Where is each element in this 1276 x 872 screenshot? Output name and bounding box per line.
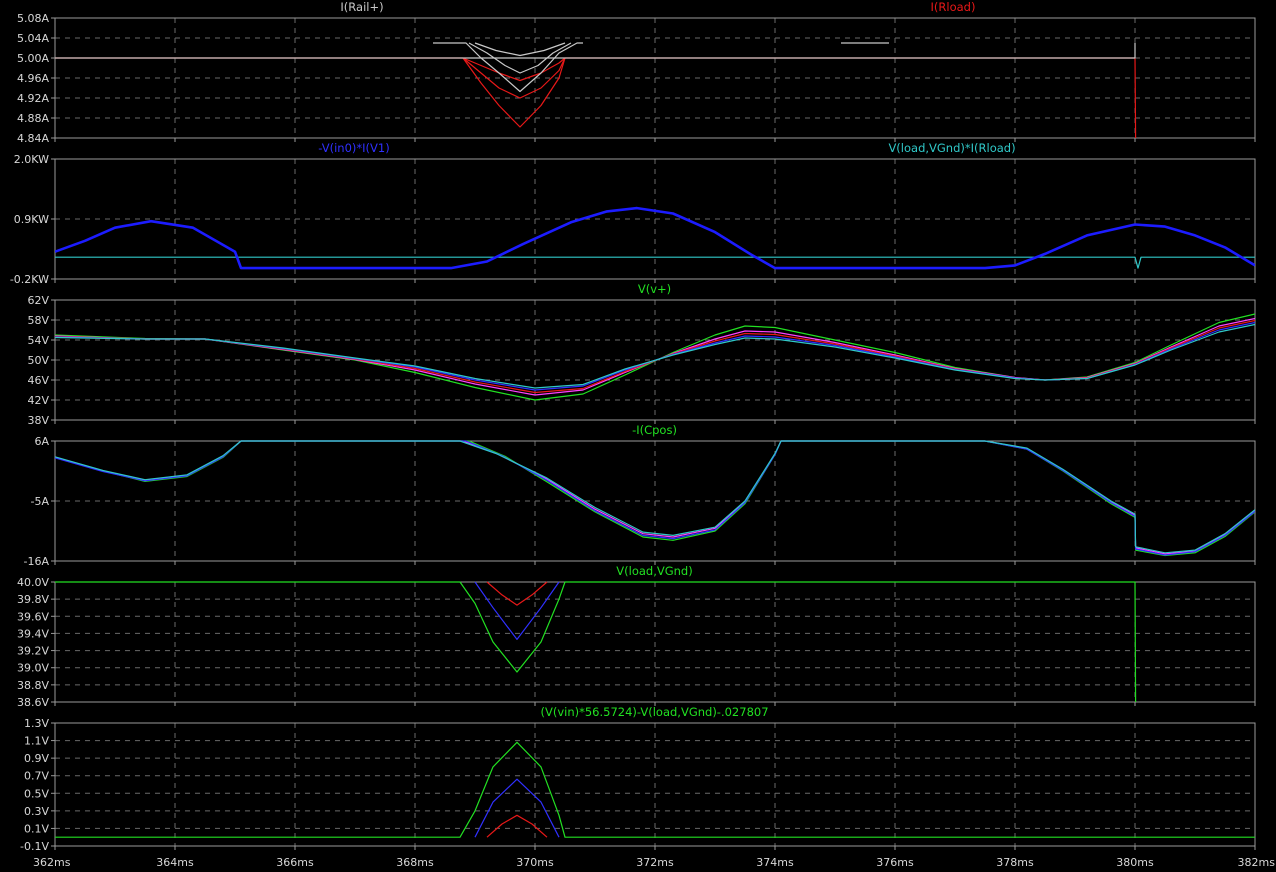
y-tick-label: -5A [31,495,50,508]
waveform-viewer[interactable]: 5.08A 5.04A 5.00A 4.96A 4.92A 4.88A 4.84A I(Rai… [0,0,1276,872]
y-tick-label: 1.1V [24,735,49,748]
x-tick-label: 366ms [276,856,314,869]
y-tick-label: 0.3V [24,805,49,818]
series-line-1 [55,581,1137,703]
y-tick-label: 4.92A [17,92,49,105]
y-tick-label: 38.6V [17,696,49,709]
series-line-3 [462,57,566,82]
y-tick-label: 1.3V [24,717,49,730]
y-tick-label: 0.5V [24,787,49,800]
x-tick-label: 378ms [996,856,1034,869]
trace-title[interactable]: V(v+) [638,282,671,296]
y-tick-label: 39.4V [17,627,49,640]
y-tick-label: 62V [27,294,49,307]
series-line-1 [55,313,1255,401]
series-group [55,440,1255,557]
trace-title[interactable]: -I(Cpos) [632,423,677,437]
y-tick-label: 5.04A [17,32,49,45]
y-tick-label: 39.6V [17,610,49,623]
plot-pane-1[interactable]: 5.08A 5.04A 5.00A 4.96A 4.92A 4.88A 4.84A I(Rai… [17,0,1256,145]
y-tick-label: 42V [27,394,49,407]
y-tick-label: 5.08A [17,12,49,25]
series-group [55,42,1137,139]
y-tick-label: 46V [27,374,49,387]
y-tick-label: -0.1V [20,840,49,853]
trace-title[interactable]: V(load,VGnd) [616,564,692,578]
y-tick-label: -16A [24,555,50,568]
y-tick-label: 38V [27,414,49,427]
series-line-8 [55,43,1136,59]
trace-title[interactable]: I(Rload) [931,0,976,14]
y-tick-label: 39.2V [17,645,49,658]
y-tick-label: 39.8V [17,593,49,606]
x-tick-label: 364ms [156,856,194,869]
y-tick-label: 50V [27,354,49,367]
y-tick-label: 0.9V [24,752,49,765]
trace-title[interactable]: (V(vin)*56.5724)-V(load,VGnd)-.027807 [540,705,768,719]
x-tick-label: 370ms [516,856,554,869]
series-group [55,313,1255,401]
series-line-1 [55,440,1255,557]
x-tick-label: 380ms [1116,856,1154,869]
plot-pane-4[interactable]: 6A -5A -16A -I(Cpos) [24,423,1256,568]
y-tick-label: 4.84A [17,132,49,145]
x-tick-label: 374ms [756,856,794,869]
series-line-4 [55,440,1255,554]
y-tick-label: -0.2KW [10,273,49,286]
y-tick-label: 2.0KW [14,153,49,166]
y-tick-label: 40.0V [17,576,49,589]
x-tick-label: 372ms [636,856,674,869]
plot-pane-2[interactable]: 2.0KW 0.9KW -0.2KW -V(in0)*I(V1) V(load,VGnd… [10,141,1256,286]
y-tick-label: 38.8V [17,679,49,692]
series-line-3 [486,581,548,606]
series-group [55,581,1137,703]
y-tick-label: 4.96A [17,72,49,85]
y-tick-label: 0.1V [24,822,49,835]
y-tick-label: 0.7V [24,770,49,783]
y-tick-label: 4.88A [17,112,49,125]
trace-title[interactable]: V(load,VGnd)*I(Rload) [888,141,1015,155]
plot-pane-5[interactable]: 40.0V 39.8V 39.6V 39.4V 39.2V 39.0V 38.8V 38.6V… [17,564,1256,709]
x-tick-label: 382ms [1238,856,1276,869]
y-tick-label: 5.00A [17,52,49,65]
y-tick-label: 6A [34,435,49,448]
y-tick-label: 54V [27,334,49,347]
x-tick-label: 362ms [33,856,71,869]
x-tick-label: 376ms [876,856,914,869]
plot-pane-3[interactable]: 62V 58V 54V 50V 46V 42V 38V V(v+) [27,282,1256,427]
y-tick-label: 39.0V [17,662,49,675]
x-tick-label: 368ms [396,856,434,869]
y-tick-label: 0.9KW [14,213,49,226]
plot-pane-6[interactable]: 1.3V 1.1V 0.9V 0.7V 0.5V 0.3V 0.1V -0.1V (V(vin)… [20,705,1256,853]
y-tick-label: 58V [27,314,49,327]
series-line-3 [486,814,548,838]
trace-title[interactable]: I(Rail+) [340,0,383,14]
trace-title[interactable]: -V(in0)*I(V1) [318,141,389,155]
